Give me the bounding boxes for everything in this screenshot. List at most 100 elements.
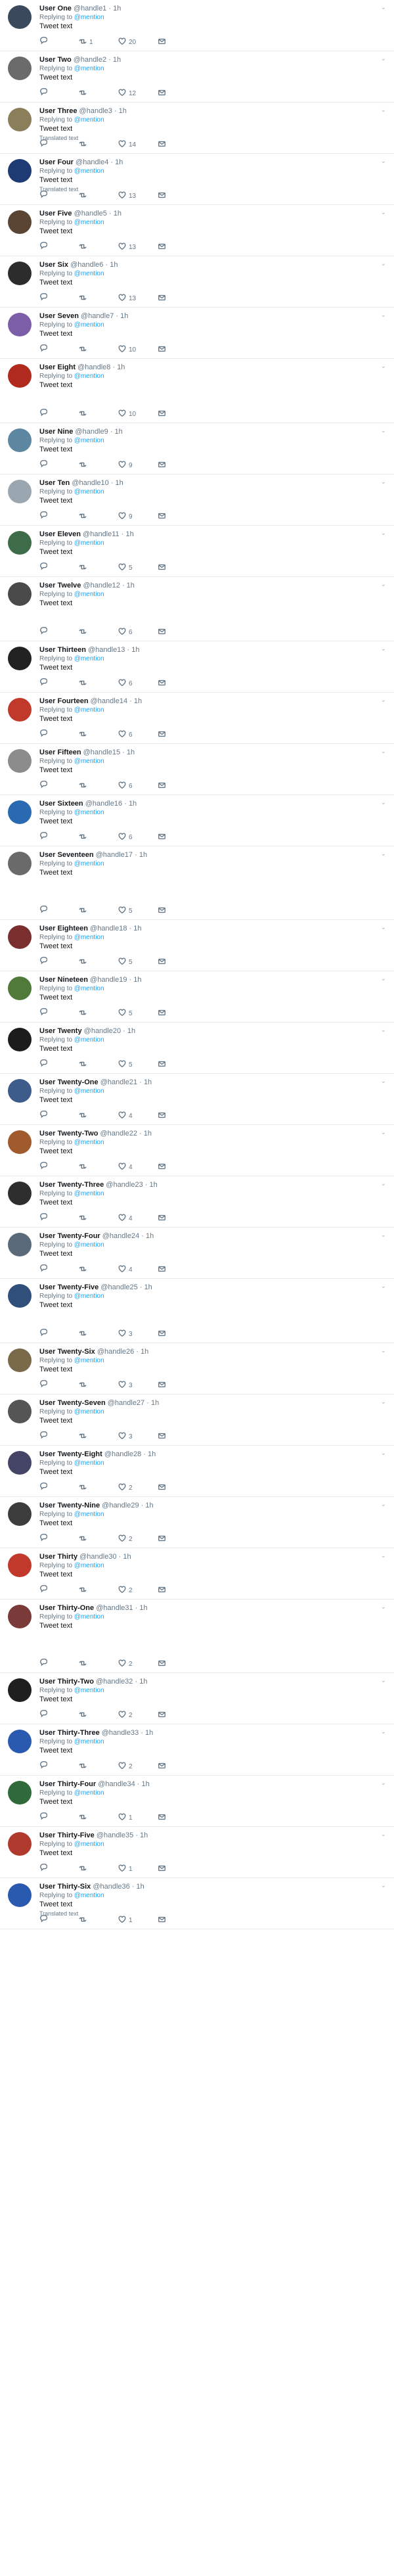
retweet-button[interactable]	[79, 1586, 118, 1596]
chevron-down-icon[interactable]: ⌄	[381, 1180, 386, 1187]
tweet-time[interactable]: · 1h	[140, 1283, 152, 1291]
like-button[interactable]: 5	[118, 563, 158, 573]
retweet-button[interactable]	[79, 1009, 118, 1019]
message-button[interactable]	[158, 1329, 197, 1339]
like-button[interactable]: 13	[118, 242, 158, 252]
avatar[interactable]	[8, 57, 32, 80]
retweet-button[interactable]	[79, 461, 118, 471]
like-button[interactable]: 4	[118, 1265, 158, 1275]
tweet-time[interactable]: · 1h	[135, 1831, 148, 1839]
like-button[interactable]: 10	[118, 409, 158, 419]
avatar[interactable]	[8, 5, 32, 29]
tweet[interactable]: User Nine @handle9 · 1h ⌄ Replying to @men…	[0, 423, 394, 474]
chevron-down-icon[interactable]: ⌄	[381, 1026, 386, 1034]
reply-button[interactable]	[39, 1059, 79, 1070]
author-name[interactable]: User Eight	[39, 363, 76, 371]
reply-mention[interactable]: @mention	[74, 1738, 104, 1745]
retweet-button[interactable]	[79, 563, 118, 573]
chevron-down-icon[interactable]: ⌄	[381, 55, 386, 62]
chevron-down-icon[interactable]: ⌄	[381, 697, 386, 704]
author-name[interactable]: User Seventeen	[39, 851, 94, 859]
author-name[interactable]: User Nine	[39, 428, 73, 436]
tweet[interactable]: User Eighteen @handle18 · 1h ⌄ Replying to…	[0, 920, 394, 971]
reply-mention[interactable]: @mention	[74, 706, 104, 714]
tweet[interactable]: User Two @handle2 · 1h ⌄ Replying to @ment…	[0, 51, 394, 103]
tweet[interactable]: User Four @handle4 · 1h ⌄ Replying to @men…	[0, 154, 394, 205]
reply-button[interactable]	[39, 344, 79, 355]
avatar[interactable]	[8, 1502, 32, 1526]
like-button[interactable]: 6	[118, 781, 158, 791]
reply-mention[interactable]: @mention	[74, 373, 104, 380]
message-button[interactable]	[158, 1711, 197, 1720]
author-handle[interactable]: @handle17	[96, 851, 133, 859]
tweet-time[interactable]: · 1h	[132, 1883, 144, 1891]
message-button[interactable]	[158, 957, 197, 967]
chevron-down-icon[interactable]: ⌄	[381, 581, 386, 588]
reply-mention[interactable]: @mention	[74, 1036, 104, 1044]
like-button[interactable]: 4	[118, 1214, 158, 1224]
author-handle[interactable]: @handle2	[74, 56, 106, 64]
reply-mention[interactable]: @mention	[74, 488, 104, 495]
author-name[interactable]: User Eleven	[39, 530, 81, 538]
author-name[interactable]: User Twenty-Eight	[39, 1450, 102, 1458]
reply-mention[interactable]: @mention	[74, 116, 104, 124]
tweet-time[interactable]: · 1h	[146, 1399, 159, 1407]
like-button[interactable]: 2	[118, 1534, 158, 1544]
avatar[interactable]	[8, 1348, 32, 1372]
reply-button[interactable]	[39, 1380, 79, 1391]
retweet-button[interactable]	[79, 140, 118, 150]
retweet-button[interactable]	[79, 1659, 118, 1669]
author-name[interactable]: User Sixteen	[39, 800, 83, 808]
author-handle[interactable]: @handle19	[90, 976, 127, 984]
reply-mention[interactable]: @mention	[74, 1511, 104, 1518]
like-button[interactable]: 12	[118, 89, 158, 99]
message-button[interactable]	[158, 679, 197, 689]
like-button[interactable]: 6	[118, 679, 158, 689]
chevron-down-icon[interactable]: ⌄	[381, 478, 386, 486]
tweet[interactable]: User Twenty-Two @handle22 · 1h ⌄ Replying …	[0, 1125, 394, 1176]
tweet[interactable]: User Fourteen @handle14 · 1h ⌄ Replying to…	[0, 693, 394, 744]
reply-mention[interactable]: @mention	[74, 1088, 104, 1095]
author-handle[interactable]: @handle8	[77, 363, 110, 371]
reply-mention[interactable]: @mention	[74, 655, 104, 662]
chevron-down-icon[interactable]: ⌄	[381, 850, 386, 858]
avatar[interactable]	[8, 159, 32, 183]
message-button[interactable]	[158, 1162, 197, 1172]
like-button[interactable]: 5	[118, 957, 158, 967]
reply-mention[interactable]: @mention	[74, 1562, 104, 1569]
avatar[interactable]	[8, 852, 32, 875]
tweet[interactable]: User Twenty-One @handle21 · 1h ⌄ Replying …	[0, 1074, 394, 1125]
reply-button[interactable]	[39, 409, 79, 419]
avatar[interactable]	[8, 925, 32, 949]
reply-button[interactable]	[39, 563, 79, 573]
reply-button[interactable]	[39, 627, 79, 637]
tweet-time[interactable]: · 1h	[123, 1027, 135, 1035]
author-name[interactable]: User Two	[39, 56, 72, 64]
like-button[interactable]: 5	[118, 1009, 158, 1019]
chevron-down-icon[interactable]: ⌄	[381, 1728, 386, 1736]
like-button[interactable]: 5	[118, 1060, 158, 1070]
author-name[interactable]: User Twenty-Two	[39, 1130, 98, 1138]
author-handle[interactable]: @handle14	[91, 697, 127, 705]
message-button[interactable]	[158, 1111, 197, 1121]
reply-button[interactable]	[39, 832, 79, 842]
like-button[interactable]: 4	[118, 1111, 158, 1121]
tweet-time[interactable]: · 1h	[114, 107, 127, 115]
retweet-button[interactable]	[79, 833, 118, 842]
retweet-button[interactable]	[79, 628, 118, 637]
chevron-down-icon[interactable]: ⌄	[381, 1552, 386, 1559]
author-name[interactable]: User Twenty-Nine	[39, 1502, 100, 1509]
retweet-button[interactable]	[79, 191, 118, 201]
chevron-down-icon[interactable]: ⌄	[381, 4, 386, 11]
author-handle[interactable]: @handle23	[106, 1181, 142, 1189]
message-button[interactable]	[158, 1813, 197, 1823]
author-handle[interactable]: @handle31	[96, 1604, 133, 1612]
like-button[interactable]: 3	[118, 1432, 158, 1442]
tweet[interactable]: User Twenty-Four @handle24 · 1h ⌄ Replying…	[0, 1228, 394, 1279]
reply-button[interactable]	[39, 1761, 79, 1772]
retweet-button[interactable]: 1	[79, 37, 118, 47]
author-name[interactable]: User Five	[39, 210, 72, 218]
author-name[interactable]: User Twenty-Three	[39, 1181, 104, 1189]
author-name[interactable]: User Three	[39, 107, 77, 115]
avatar[interactable]	[8, 582, 32, 606]
